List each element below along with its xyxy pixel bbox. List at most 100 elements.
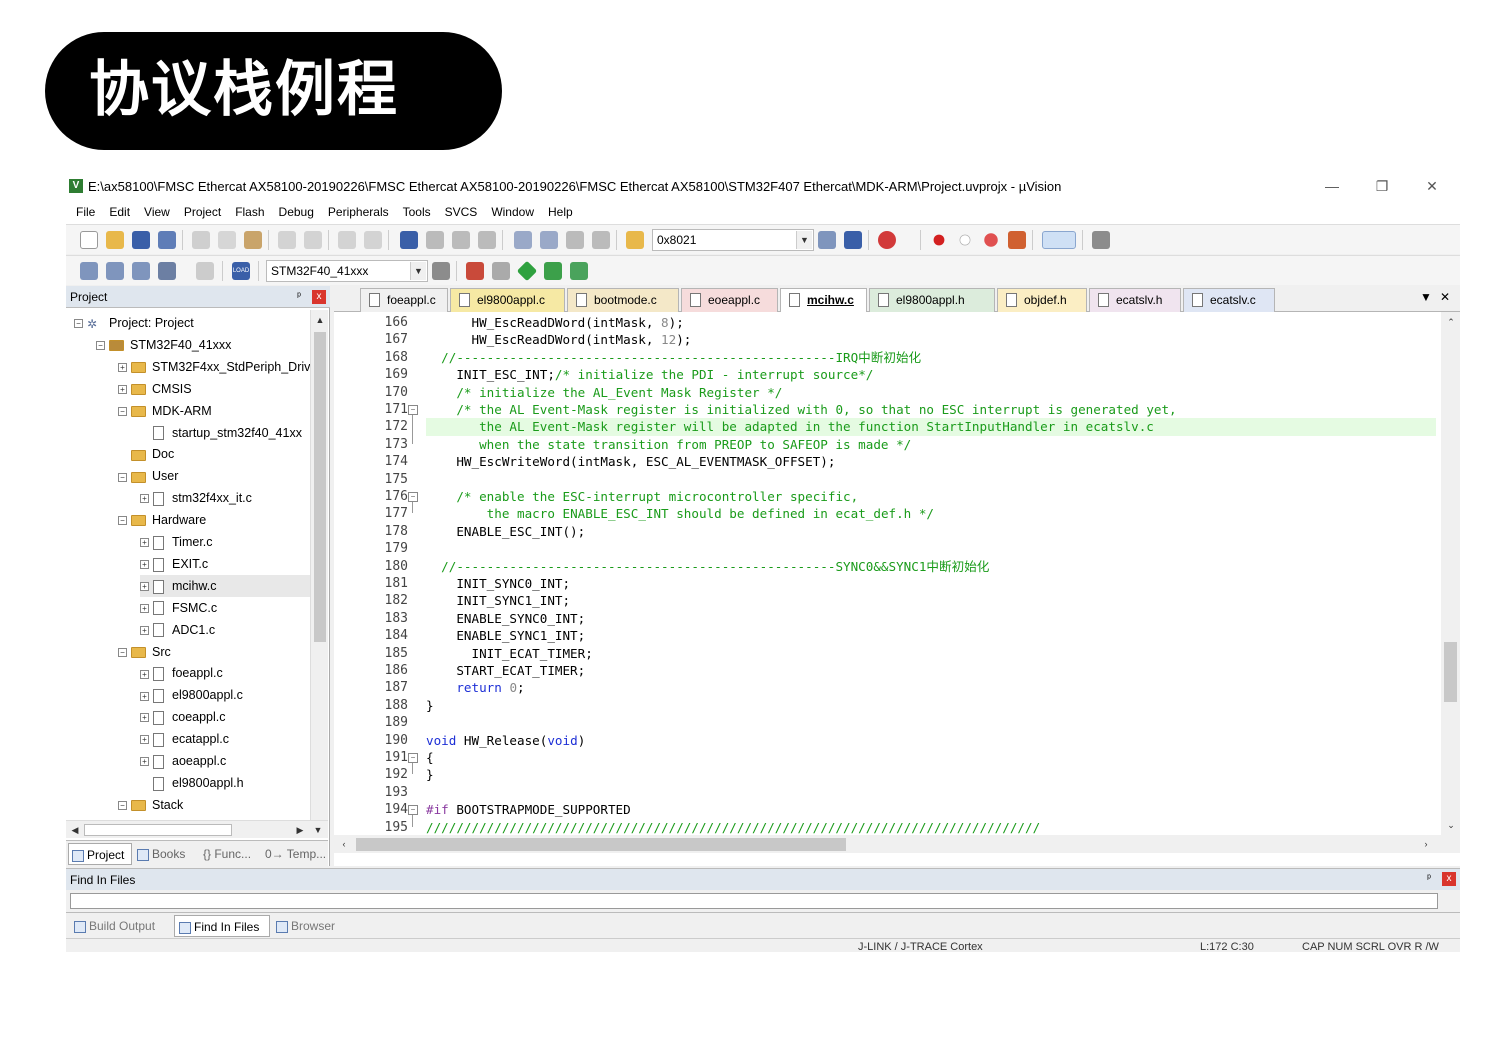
expand-icon[interactable]: + [140, 713, 149, 723]
comment-icon[interactable] [566, 231, 584, 249]
find-icon[interactable] [818, 231, 836, 249]
panel-tab[interactable]: Books [134, 843, 196, 865]
select-packs-icon[interactable] [492, 262, 510, 280]
fold-icon[interactable]: − [408, 804, 418, 815]
start-debug-icon[interactable] [878, 231, 896, 249]
editor-vertical-scrollbar[interactable]: ⌃ ⌄ [1441, 312, 1460, 835]
minimize-button[interactable]: — [1312, 175, 1352, 197]
expand-icon[interactable]: + [140, 494, 149, 504]
manage-rte-icon[interactable] [516, 260, 538, 282]
output-tab[interactable]: Build Output [70, 915, 172, 937]
copy-icon[interactable] [218, 231, 236, 249]
scroll-right-icon[interactable]: › [1418, 836, 1434, 852]
menu-project[interactable]: Project [177, 200, 228, 224]
tree-item[interactable]: + STM32F4xx_StdPeriph_Driv [118, 356, 310, 378]
target-options-icon[interactable] [432, 262, 450, 280]
paste-icon[interactable] [244, 231, 262, 249]
tree-item[interactable]: + aoeappl.c [140, 750, 226, 772]
save-all-icon[interactable] [158, 231, 176, 249]
disable-breakpoint-icon[interactable] [959, 234, 971, 246]
collapse-icon[interactable]: − [118, 406, 127, 416]
find-results-field[interactable] [70, 893, 1438, 909]
expand-icon[interactable]: + [140, 560, 149, 570]
unindent-icon[interactable] [540, 231, 558, 249]
tree-item[interactable]: + stm32f4xx_it.c [140, 487, 252, 509]
menu-view[interactable]: View [137, 200, 177, 224]
configure-icon[interactable] [1092, 231, 1110, 249]
breakpoint-icon[interactable] [933, 234, 945, 246]
tree-item[interactable]: el9800appl.h [140, 772, 244, 794]
chevron-down-icon[interactable]: ▼ [410, 262, 426, 280]
scroll-left-icon[interactable]: ‹ [336, 836, 352, 852]
file-tab[interactable]: ecatslv.c [1183, 288, 1275, 312]
tree-item[interactable]: + ADC1.c [140, 619, 215, 641]
close-panel-icon[interactable]: x [1442, 872, 1456, 886]
kill-all-breakpoints-icon[interactable] [1008, 231, 1026, 249]
fold-icon[interactable]: − [408, 404, 418, 415]
redo-icon[interactable] [304, 231, 322, 249]
load-icon[interactable]: LOAD [232, 262, 250, 280]
menu-peripherals[interactable]: Peripherals [321, 200, 396, 224]
tree-item[interactable]: − Stack [118, 794, 183, 816]
menu-svcs[interactable]: SVCS [438, 200, 485, 224]
expand-icon[interactable]: + [140, 625, 149, 635]
tree-vertical-scrollbar[interactable]: ▲ [310, 310, 328, 820]
close-button[interactable]: ✕ [1412, 175, 1452, 197]
pin-icon[interactable]: ᵖ [292, 290, 306, 304]
tree-item[interactable]: + CMSIS [118, 378, 192, 400]
expand-icon[interactable]: + [140, 757, 149, 767]
collapse-icon[interactable]: − [74, 319, 83, 329]
code-area[interactable]: 166 167 168 169 170 171−172 173 174 175 176−177 17… [338, 312, 1441, 835]
menu-help[interactable]: Help [541, 200, 580, 224]
scroll-thumb[interactable] [1444, 642, 1457, 702]
scroll-down-icon[interactable]: ⌄ [1443, 817, 1459, 833]
new-file-icon[interactable] [80, 231, 98, 249]
open-file-icon[interactable] [106, 231, 124, 249]
scroll-thumb[interactable] [84, 824, 232, 836]
find-in-files-icon[interactable] [626, 231, 644, 249]
tree-item[interactable]: − User [118, 465, 178, 487]
tree-item[interactable]: + mcihw.c [140, 574, 310, 597]
expand-icon[interactable]: + [140, 669, 149, 679]
restore-button[interactable]: ❐ [1362, 175, 1402, 197]
translate-icon[interactable] [80, 262, 98, 280]
prev-bookmark-icon[interactable] [426, 231, 444, 249]
file-tab[interactable]: el9800appl.h [869, 288, 995, 312]
file-tab[interactable]: mcihw.c [780, 288, 867, 313]
nav-back-icon[interactable] [338, 231, 356, 249]
file-tab[interactable]: objdef.h [997, 288, 1087, 312]
target-select[interactable]: STM32F40_41xxx ▼ [266, 260, 428, 282]
close-panel-icon[interactable]: x [312, 290, 326, 304]
tree-item[interactable]: − Hardware [118, 509, 206, 531]
clear-bookmarks-icon[interactable] [478, 231, 496, 249]
scroll-up-icon[interactable]: ▲ [312, 312, 328, 328]
tree-item[interactable]: + el9800appl.c [140, 684, 243, 706]
menu-flash[interactable]: Flash [228, 200, 271, 224]
build-icon[interactable] [106, 262, 124, 280]
tree-item[interactable]: − MDK-ARM [118, 400, 212, 422]
menu-tools[interactable]: Tools [396, 200, 438, 224]
expand-icon[interactable]: + [140, 603, 149, 613]
tree-item[interactable]: + coeappl.c [140, 706, 226, 728]
file-tab[interactable]: el9800appl.c [450, 288, 565, 312]
panel-tab[interactable]: {} Func... [200, 843, 260, 865]
rebuild-icon[interactable] [132, 262, 150, 280]
file-tab[interactable]: foeappl.c [360, 288, 448, 312]
tree-item[interactable]: startup_stm32f40_41xx [140, 422, 302, 444]
collapse-icon[interactable]: − [118, 801, 127, 810]
batch-build-icon[interactable] [158, 262, 176, 280]
file-tab[interactable]: eoeappl.c [681, 288, 778, 312]
scroll-left-icon[interactable]: ◀ [67, 822, 83, 838]
panel-tab[interactable]: 0→ Temp... [262, 843, 326, 865]
menu-file[interactable]: File [69, 200, 102, 224]
scroll-thumb[interactable] [314, 332, 326, 642]
undo-icon[interactable] [278, 231, 296, 249]
tree-item[interactable]: Doc [118, 443, 174, 465]
scroll-thumb[interactable] [356, 838, 846, 851]
expand-icon[interactable]: + [140, 582, 149, 591]
collapse-icon[interactable]: − [118, 472, 127, 482]
software-packs-icon[interactable] [570, 262, 588, 280]
menu-debug[interactable]: Debug [272, 200, 321, 224]
expand-icon[interactable]: + [140, 735, 149, 745]
collapse-icon[interactable]: − [118, 516, 127, 526]
